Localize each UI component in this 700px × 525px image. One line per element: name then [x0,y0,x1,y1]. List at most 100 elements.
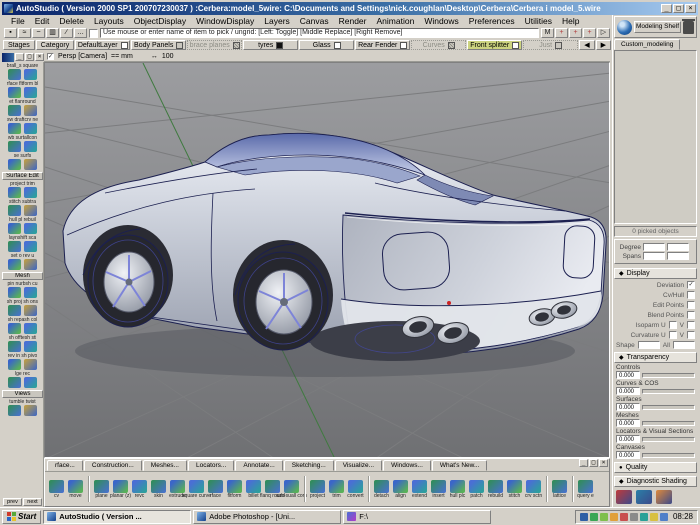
palette-tool-icon[interactable] [24,141,37,152]
tray-icon-7[interactable] [640,513,648,521]
toolbar-icon-6[interactable]: … [74,28,87,38]
slider-track[interactable] [642,453,695,458]
degree-field-2[interactable] [667,243,689,251]
menu-edit[interactable]: Edit [30,15,55,27]
slider-value-field[interactable]: 0.000 [616,435,640,443]
shelf-tool-trim[interactable]: trim [327,480,346,499]
palette-tool-hull-pl-rebuil[interactable]: hull pl rebuil [2,217,43,234]
palette-tool-sh-proj-sh-ons[interactable]: sh proj sh ons [2,299,43,316]
toolbar-icon-5[interactable]: ∕ [60,28,73,38]
shelf-tab-annotate[interactable]: Annotate... [235,460,282,471]
layer-color-chip[interactable] [448,42,455,49]
shelf-tool-rface[interactable]: rface [206,480,225,499]
palette-tool-icon[interactable] [24,69,37,80]
shelf-tool-revc[interactable]: revc [130,480,149,499]
checkbox-cv-hull[interactable] [687,291,695,299]
slider-track[interactable] [642,405,695,410]
palette-tool-icon[interactable] [24,241,37,252]
layer-nav-right[interactable]: ▶ [596,40,611,50]
shelf-tool-extend[interactable]: extend [410,480,429,499]
layer-defaultlayer[interactable]: DefaultLayer [75,40,130,50]
shelf-tool-project[interactable]: project [308,480,327,499]
shelf-tool-insert[interactable]: insert [429,480,448,499]
palette-tool-set-o-rev-u[interactable]: set o rev u [2,253,43,270]
snap-icon-4[interactable]: + [583,28,596,38]
quality-section-header[interactable]: ● Quality [614,462,697,473]
menu-objectdisplay[interactable]: ObjectDisplay [129,15,191,27]
palette-tool-icon[interactable] [24,159,37,170]
palette-tool-icon[interactable] [8,241,21,252]
category-button[interactable]: Category [36,40,74,50]
palette-tool-laynshift-sca[interactable]: laynshift sca [2,235,43,252]
palette-tool-sh-offtesh-sti[interactable]: sh offtesh sti [2,335,43,352]
tray-icon-3[interactable] [600,513,608,521]
shelf-tool-hull-plc[interactable]: hull plc [448,480,467,499]
palette-tool-icon[interactable] [24,323,37,334]
palette-tool-icon[interactable] [24,259,37,270]
menu-windowdisplay[interactable]: WindowDisplay [191,15,259,27]
shelf-tool-lattice[interactable]: lattice [550,480,569,499]
shelf-tool-plane[interactable]: plane [92,480,111,499]
viewport-camera-label[interactable]: Persp [Camera] [58,53,107,60]
palette-tool-icon[interactable] [8,141,21,152]
palette-tool-icon[interactable] [8,405,21,416]
palette-tool-stitch-subtra[interactable]: stitch subtra [2,199,43,216]
spans-field-1[interactable] [643,252,665,260]
title-bar[interactable]: AutoStudio ( Version 2000 SP1 2007072300… [2,2,698,15]
palette-tool-et-flanround[interactable]: et flanround [2,99,43,116]
tray-icon-6[interactable] [630,513,638,521]
layer-color-chip[interactable] [512,42,519,49]
shelf-tool-planar-z[interactable]: planar (z) [111,480,130,499]
modeling-shelf-button[interactable]: Modeling Shelf [634,21,681,33]
palette-tool-rev-in-sh-pivo[interactable]: rev in sh pivo [2,353,43,370]
checkbox-curvature-u[interactable] [669,331,677,339]
slider-value-field[interactable]: 0.000 [616,371,640,379]
layer-nav-left[interactable]: ◀ [579,40,594,50]
layer-tyres[interactable]: tyres [243,40,298,50]
taskbar-task-adobe-photoshop-uni[interactable]: Adobe Photoshop - [Uni... [193,510,341,524]
palette-tool-icon[interactable] [24,305,37,316]
shelf-tool-detach[interactable]: detach [372,480,391,499]
layer-color-chip[interactable] [176,42,183,49]
palette-tool-se-surfs[interactable]: se surfs [2,153,43,170]
shelf-tool-align[interactable]: align [391,480,410,499]
shelf-tool-fltform[interactable]: fltform [225,480,244,499]
snap-icon-2[interactable]: + [555,28,568,38]
shelf-tool-crv-sctn[interactable]: crv sctn [524,480,543,499]
checkbox-edit-points[interactable] [687,301,695,309]
palette-tool-icon[interactable] [24,87,37,98]
tray-icon-5[interactable] [620,513,628,521]
degree-field-1[interactable] [643,243,665,251]
palette-tool-icon[interactable] [24,341,37,352]
tray-icon-1[interactable] [580,513,588,521]
layer-front-splitter[interactable]: Front splitter [467,40,522,50]
palette-tool-icon[interactable] [24,123,37,134]
palette-tool-icon[interactable] [24,105,37,116]
layer-color-chip[interactable] [555,42,562,49]
globe-icon[interactable] [617,20,632,35]
layer-rear-fender[interactable]: Rear Fender [355,40,410,50]
shelf-tool-sub-suall-corn[interactable]: sub-suall corn [282,480,301,499]
palette-tool-icon[interactable] [24,205,37,216]
menu-preferences[interactable]: Preferences [464,15,520,27]
shelf-tab-meshes[interactable]: Meshes... [143,460,187,471]
layer-body-panels[interactable]: Body Panels [131,40,186,50]
palette-tool-icon[interactable] [24,405,37,416]
trash-icon[interactable] [683,21,694,34]
toolbar-icon-1[interactable]: ▪ [4,28,17,38]
palette-tool-icon[interactable] [24,223,37,234]
palette-tool-icon[interactable] [8,123,21,134]
shelf-tool-move[interactable]: move [66,480,85,499]
slider-value-field[interactable]: 0.000 [616,387,640,395]
all-field[interactable] [673,341,695,349]
shapes-field[interactable] [638,341,660,349]
slider-value-field[interactable]: 0.000 [616,403,640,411]
palette-tool-icon[interactable] [8,287,21,298]
palette-window-titlebar[interactable]: _□× [2,52,44,62]
palette-tool-icon[interactable] [8,259,21,270]
menu-layers[interactable]: Layers [259,15,295,27]
prompt-line[interactable]: Use mouse or enter name of item to pick … [100,28,539,38]
shelf-tab-sketching[interactable]: Sketching... [284,460,334,471]
menu-utilities[interactable]: Utilities [520,15,557,27]
palette-tab-next[interactable]: next [23,498,42,506]
